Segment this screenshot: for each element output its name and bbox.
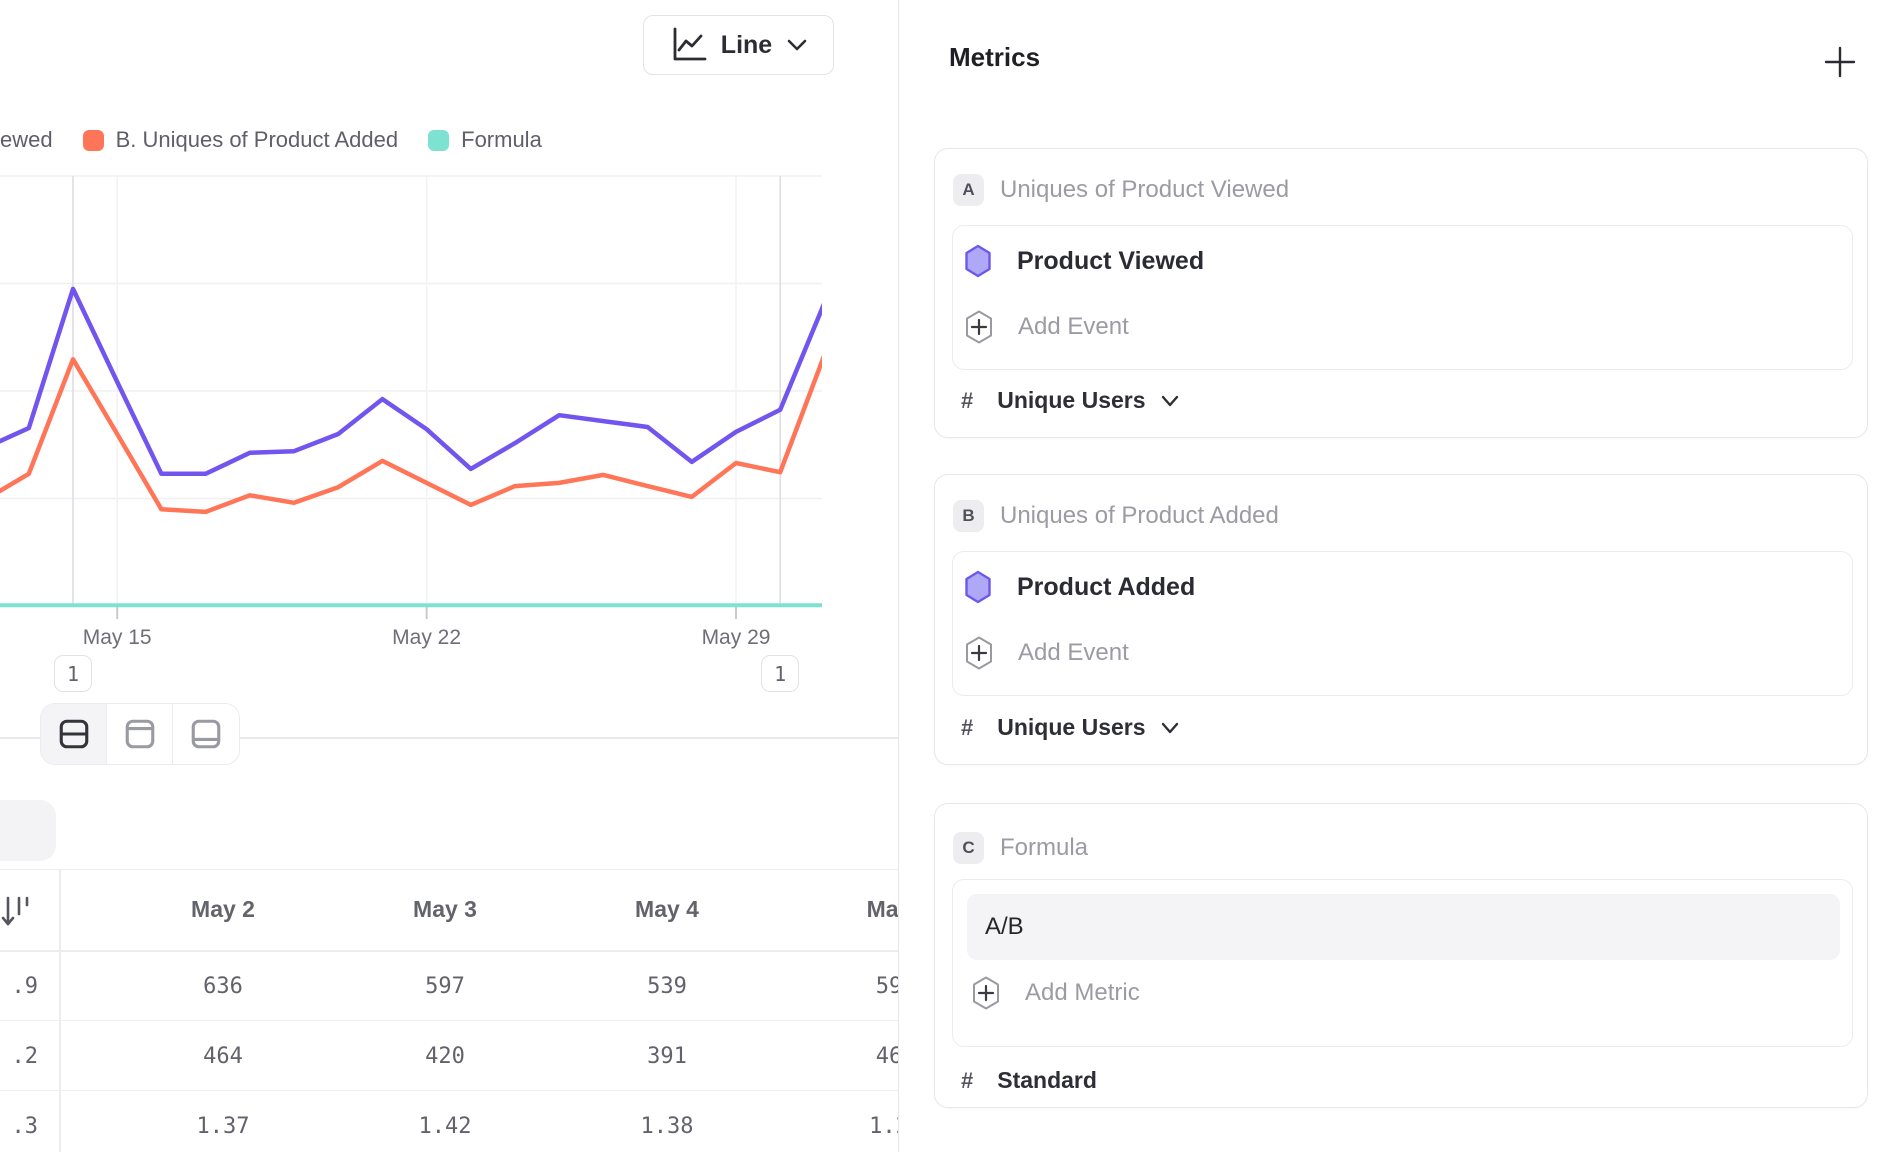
table-column-header[interactable]: May 2 — [112, 896, 334, 923]
table-column-header[interactable]: May 3 — [334, 896, 556, 923]
insights-report-page: Line ewedB. Uniques of Product AddedForm… — [0, 0, 1898, 1152]
table-row-divider — [0, 1020, 898, 1021]
metric-card-b[interactable]: B Uniques of Product Added Product Added… — [934, 474, 1868, 765]
table-frozen-cell-truncated: .9 — [0, 974, 38, 999]
add-metric-plus-icon[interactable] — [1824, 46, 1856, 78]
chevron-down-icon — [1160, 721, 1180, 735]
metric-card-title: Uniques of Product Added — [1000, 502, 1279, 530]
add-event-button[interactable]: Add Event — [964, 310, 1129, 344]
measurement-dropdown[interactable]: # Unique Users — [961, 387, 1180, 414]
metrics-sidebar: Metrics A Uniques of Product Viewed Prod… — [898, 0, 1898, 1152]
table-cell[interactable]: 1.38 — [556, 1114, 778, 1139]
sort-descending-icon[interactable] — [0, 893, 32, 933]
add-event-label: Add Event — [1018, 639, 1129, 667]
x-axis-tick-label: May 22 — [357, 626, 497, 650]
event-list-container: Product Viewed Add Event — [952, 225, 1853, 370]
x-axis-tick-label: May 29 — [666, 626, 806, 650]
metric-card-a[interactable]: A Uniques of Product Viewed Product View… — [934, 148, 1868, 438]
add-event-label: Add Event — [1018, 313, 1129, 341]
table-top-border — [0, 869, 898, 870]
table-column-header[interactable]: May — [778, 896, 898, 923]
metric-letter-badge: C — [953, 832, 984, 864]
table-cell[interactable]: 391 — [556, 1044, 778, 1069]
formula-text: A/B — [985, 913, 1024, 941]
event-row-product-viewed[interactable]: Product Viewed — [964, 244, 1204, 278]
table-cell[interactable]: 597 — [334, 974, 556, 999]
annotation-count-badge[interactable]: 1 — [54, 655, 92, 692]
table-header-border — [0, 950, 898, 952]
add-event-hexagon-plus-icon — [964, 635, 994, 671]
measurement-label: Unique Users — [997, 387, 1145, 414]
hash-icon: # — [961, 715, 973, 741]
table-cell[interactable]: 1.37 — [112, 1114, 334, 1139]
add-metric-hexagon-plus-icon — [971, 975, 1001, 1011]
table-row-divider — [0, 1090, 898, 1091]
add-metric-label: Add Metric — [1025, 979, 1140, 1007]
chevron-down-icon — [1160, 394, 1180, 408]
view-toggle-footer-panel-view[interactable] — [173, 704, 239, 764]
table-cell[interactable]: 464 — [112, 1044, 334, 1069]
measurement-label: Standard — [997, 1067, 1097, 1094]
table-cell[interactable]: 420 — [334, 1044, 556, 1069]
metric-letter-badge: A — [953, 174, 984, 206]
add-metric-button[interactable]: Add Metric — [971, 976, 1140, 1010]
add-event-button[interactable]: Add Event — [964, 636, 1129, 670]
view-toggle-header-panel-view[interactable] — [107, 704, 173, 764]
add-event-hexagon-plus-icon — [964, 309, 994, 345]
header-panel-view-icon — [123, 717, 157, 751]
view-layout-toggle — [40, 703, 240, 765]
table-cell[interactable]: 539 — [556, 974, 778, 999]
event-name: Product Added — [1017, 573, 1195, 602]
view-toggle-split-chart-table-view[interactable] — [41, 704, 107, 764]
event-hexagon-icon — [964, 244, 992, 278]
series-line-b-product-added[interactable] — [0, 355, 824, 512]
hash-icon: # — [961, 1068, 973, 1094]
event-row-product-added[interactable]: Product Added — [964, 570, 1195, 604]
formula-container: A/B Add Metric — [952, 879, 1853, 1047]
formula-input[interactable]: A/B — [967, 894, 1840, 960]
chart-panel: Line ewedB. Uniques of Product AddedForm… — [0, 0, 898, 1152]
metric-letter-badge: B — [953, 500, 984, 532]
metric-card-title: Uniques of Product Viewed — [1000, 176, 1289, 204]
event-hexagon-icon — [964, 570, 992, 604]
table-cell[interactable]: 46 — [778, 1044, 898, 1069]
split-chart-table-view-icon — [57, 717, 91, 751]
table-frozen-cell-truncated: .3 — [0, 1114, 38, 1139]
x-axis-tick-label: May 15 — [47, 626, 187, 650]
event-name: Product Viewed — [1017, 247, 1204, 276]
table-cell[interactable]: 59 — [778, 974, 898, 999]
measurement-dropdown[interactable]: # Unique Users — [961, 714, 1180, 741]
truncated-control-pill[interactable] — [0, 800, 56, 861]
table-column-header[interactable]: May 4 — [556, 896, 778, 923]
table-cell[interactable]: 1.2 — [778, 1114, 898, 1139]
event-list-container: Product Added Add Event — [952, 551, 1853, 696]
footer-panel-view-icon — [189, 717, 223, 751]
table-cell[interactable]: 1.42 — [334, 1114, 556, 1139]
metric-card-c-formula[interactable]: C Formula A/B Add Metric # Standard — [934, 803, 1868, 1108]
table-frozen-cell-truncated: .2 — [0, 1044, 38, 1069]
measurement-type[interactable]: # Standard — [961, 1067, 1097, 1094]
metric-card-title: Formula — [1000, 834, 1088, 862]
metrics-panel-title: Metrics — [949, 42, 1040, 73]
measurement-label: Unique Users — [997, 714, 1145, 741]
frozen-column-divider — [59, 869, 61, 1152]
hash-icon: # — [961, 388, 973, 414]
table-cell[interactable]: 636 — [112, 974, 334, 999]
annotation-count-badge[interactable]: 1 — [761, 655, 799, 692]
